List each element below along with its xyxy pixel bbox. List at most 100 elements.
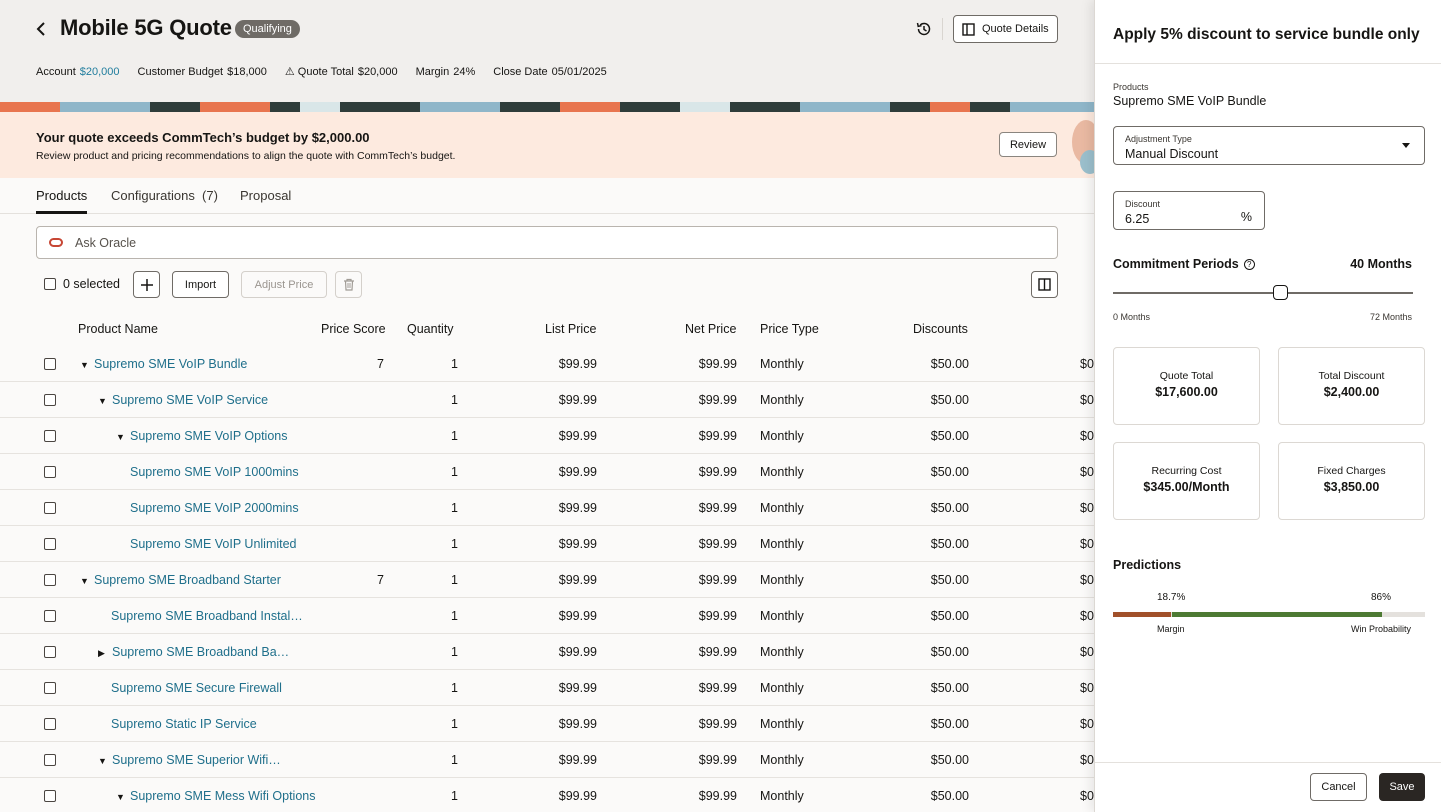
table-row[interactable]: Supremo Static IP Service 1 $99.99 $99.99 Mo… [0, 706, 1094, 742]
net-price-cell: $99.99 [698, 357, 737, 371]
row-checkbox[interactable] [44, 394, 56, 406]
footer-divider [1095, 762, 1441, 763]
product-name-link[interactable]: Supremo SME VoIP 1000mins [130, 465, 299, 479]
table-row[interactable]: ▼ Supremo SME VoIP Bundle 7 1 $99.99 $99.99 Mo… [0, 346, 1094, 382]
col-header-price-type[interactable]: Price Type [760, 322, 819, 336]
row-checkbox[interactable] [44, 430, 56, 442]
table-row[interactable]: Supremo SME VoIP 2000mins 1 $99.99 $99.99 Mo… [0, 490, 1094, 526]
caret-down-icon[interactable]: ▼ [116, 792, 126, 802]
discount-field[interactable]: Discount 6.25 % [1113, 191, 1265, 230]
product-name-link[interactable]: Supremo SME Mess Wifi Options [130, 789, 315, 803]
quote-details-button[interactable]: Quote Details [953, 15, 1058, 43]
row-checkbox[interactable] [44, 718, 56, 730]
product-name-cell: ▼ Supremo SME Mess Wifi Options [116, 789, 315, 803]
list-price-cell: $99.99 [558, 681, 597, 695]
row-checkbox[interactable] [44, 358, 56, 370]
discounts-cell: $50.00 [930, 465, 969, 479]
help-icon[interactable]: ? [1243, 258, 1255, 270]
tab-configurations[interactable]: Configurations (7) [111, 188, 218, 203]
table-row[interactable]: Supremo SME Secure Firewall 1 $99.99 $99.99… [0, 670, 1094, 706]
history-icon[interactable] [914, 19, 934, 39]
product-name-link[interactable]: Supremo SME VoIP Bundle [94, 357, 247, 371]
col-header-discounts[interactable]: Discounts [913, 322, 968, 336]
col-header-price-score[interactable]: Price Score [321, 322, 386, 336]
win-probability-percent: 86% [1371, 592, 1392, 603]
slider-min-label: 0 Months [1113, 312, 1151, 322]
add-button[interactable] [133, 271, 160, 298]
list-price-cell: $99.99 [558, 645, 597, 659]
caret-down-icon[interactable]: ▼ [98, 396, 108, 406]
row-checkbox[interactable] [44, 646, 56, 658]
commitment-slider-track[interactable] [1113, 292, 1413, 294]
row-checkbox[interactable] [44, 502, 56, 514]
price-type-cell: Monthly [760, 645, 804, 659]
delete-button[interactable] [335, 271, 362, 298]
product-name-link[interactable]: Supremo SME VoIP Options [130, 429, 288, 443]
ask-oracle-input[interactable]: Ask Oracle [36, 226, 1058, 259]
table-row[interactable]: Supremo SME VoIP 1000mins 1 $99.99 $99.99 Mo… [0, 454, 1094, 490]
col-header-product-name[interactable]: Product Name [78, 322, 158, 336]
adjustment-type-select[interactable]: Adjustment Type Manual Discount [1113, 126, 1425, 165]
main-panel: Mobile 5G Quote Qualifying Quote Details… [0, 0, 1094, 812]
trash-icon [343, 278, 354, 291]
caret-down-icon[interactable]: ▼ [80, 360, 90, 370]
review-button[interactable]: Review [999, 132, 1057, 157]
commitment-slider-thumb[interactable] [1272, 285, 1288, 300]
row-checkbox[interactable] [44, 538, 56, 550]
col-header-net-price[interactable]: Net Price [685, 322, 736, 336]
table-row[interactable]: ▼ Supremo SME VoIP Service 1 $99.99 $99.99 Mo… [0, 382, 1094, 418]
save-button[interactable]: Save [1379, 773, 1425, 801]
table-row[interactable]: ▼ Supremo SME VoIP Options 1 $99.99 $99.99 Mo… [0, 418, 1094, 454]
price-type-cell: Monthly [760, 393, 804, 407]
price-type-cell: Monthly [760, 753, 804, 767]
import-button[interactable]: Import [172, 271, 229, 298]
net-price-cell: $99.99 [698, 501, 737, 515]
decorative-leaf [1072, 120, 1094, 174]
row-checkbox[interactable] [44, 682, 56, 694]
col-header-quantity[interactable]: Quantity [407, 322, 454, 336]
table-row[interactable]: ▼ Supremo SME Superior Wifi… 1 $99.99 $99.99… [0, 742, 1094, 778]
product-name-link[interactable]: Supremo SME Secure Firewall [111, 681, 282, 695]
product-name-link[interactable]: Supremo SME VoIP Service [112, 393, 268, 407]
net-price-cell: $99.99 [698, 681, 737, 695]
product-name-link[interactable]: Supremo Static IP Service [111, 717, 257, 731]
select-all-checkbox[interactable] [44, 278, 56, 290]
tab-products[interactable]: Products [36, 188, 87, 203]
product-name-cell: Supremo SME VoIP Unlimited [130, 537, 297, 551]
product-name-link[interactable]: Supremo SME Broadband Ba… [112, 645, 289, 659]
product-name-link[interactable]: Supremo SME Broadband Starter [94, 573, 281, 587]
back-button[interactable] [30, 18, 52, 40]
row-checkbox[interactable] [44, 790, 56, 802]
caret-down-icon[interactable]: ▼ [116, 432, 126, 442]
product-name-link[interactable]: Supremo SME VoIP 2000mins [130, 501, 299, 515]
product-name-cell: Supremo Static IP Service [111, 717, 257, 731]
row-checkbox[interactable] [44, 466, 56, 478]
caret-right-icon[interactable]: ▶ [98, 648, 108, 659]
cancel-button[interactable]: Cancel [1310, 773, 1367, 801]
row-checkbox[interactable] [44, 754, 56, 766]
product-name-link[interactable]: Supremo SME Broadband Instal… [111, 609, 303, 623]
table-row[interactable]: ▶ Supremo SME Broadband Ba… 1 $99.99 $99.99 M… [0, 634, 1094, 670]
meta-budget: Customer Budget $18,000 [137, 65, 267, 78]
row-checkbox[interactable] [44, 574, 56, 586]
column-layout-button[interactable] [1031, 271, 1058, 298]
status-badge: Qualifying [235, 20, 300, 38]
account-value[interactable]: $20,000 [80, 66, 120, 78]
table-row[interactable]: ▼ Supremo SME Broadband Starter 7 1 $99.99 $9… [0, 562, 1094, 598]
list-price-cell: $99.99 [558, 537, 597, 551]
caret-down-icon [1402, 143, 1410, 148]
product-name-link[interactable]: Supremo SME VoIP Unlimited [130, 537, 297, 551]
caret-down-icon[interactable]: ▼ [98, 756, 108, 766]
product-name-link[interactable]: Supremo SME Superior Wifi… [112, 753, 281, 767]
price-type-cell: Monthly [760, 717, 804, 731]
predictions-bar [1113, 612, 1425, 617]
product-name-cell: ▼ Supremo SME VoIP Service [98, 393, 268, 407]
table-row[interactable]: ▼ Supremo SME Mess Wifi Options 1 $99.99 $99… [0, 778, 1094, 812]
tab-proposal[interactable]: Proposal [240, 188, 291, 203]
table-row[interactable]: Supremo SME VoIP Unlimited 1 $99.99 $99.99 M… [0, 526, 1094, 562]
col-header-list-price[interactable]: List Price [545, 322, 596, 336]
table-row[interactable]: Supremo SME Broadband Instal… 1 $99.99 $99.… [0, 598, 1094, 634]
caret-down-icon[interactable]: ▼ [80, 576, 90, 586]
adjust-price-button[interactable]: Adjust Price [241, 271, 327, 298]
row-checkbox[interactable] [44, 610, 56, 622]
